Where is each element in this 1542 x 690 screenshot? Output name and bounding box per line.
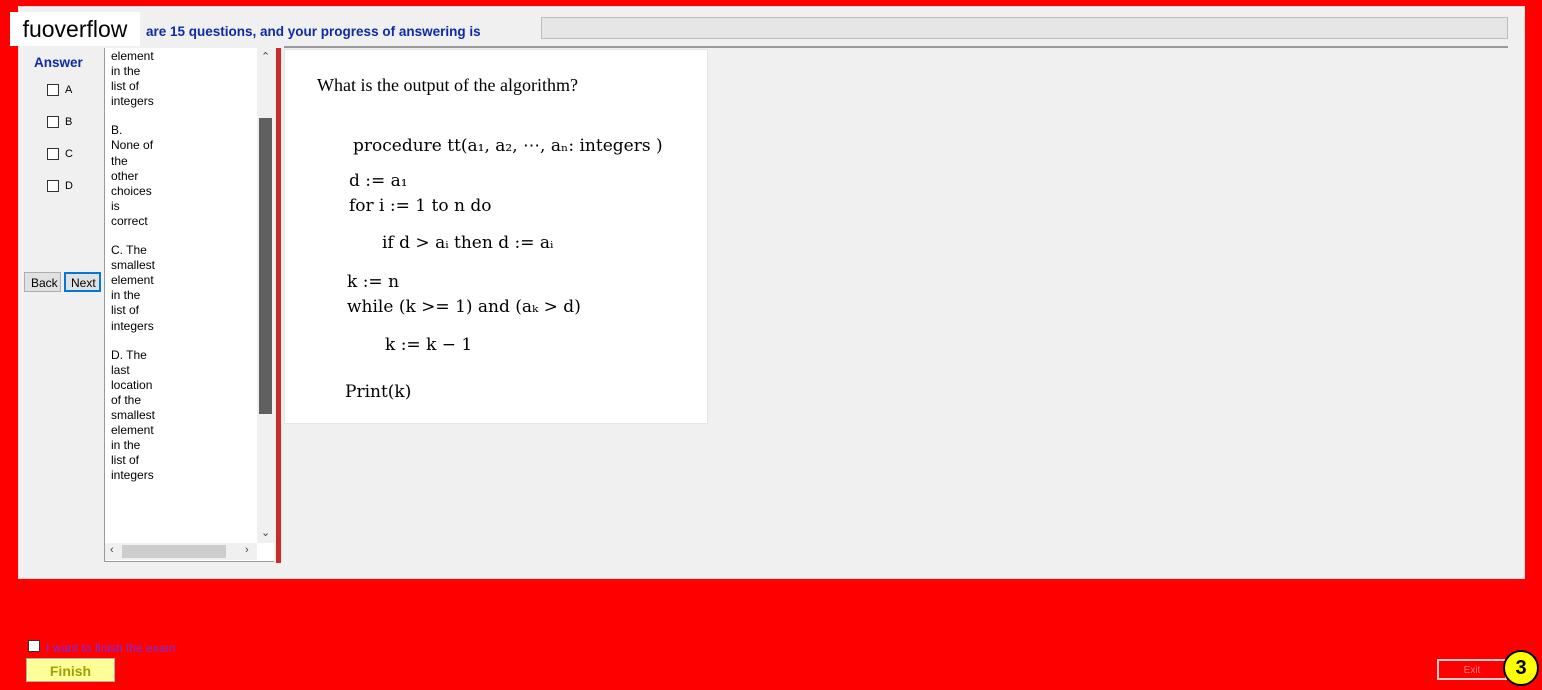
vertical-scroll-thumb[interactable]	[259, 118, 272, 414]
chevron-down-icon[interactable]: ⌄	[261, 526, 270, 539]
choice-c: C. The smallest element in the list of i…	[111, 243, 156, 333]
progress-bar	[541, 17, 1508, 39]
checkbox-d[interactable]	[47, 180, 59, 192]
option-label-b: B	[65, 116, 73, 128]
choices-text: element in the list of integers B. None …	[111, 49, 167, 497]
answer-option-c[interactable]: C	[47, 147, 73, 161]
count-badge: 3	[1503, 650, 1539, 686]
choice-a-tail: element in the list of integers	[111, 49, 154, 109]
finish-checkbox[interactable]	[28, 640, 40, 652]
finish-button[interactable]: Finish	[26, 658, 115, 682]
answer-label: Answer	[34, 55, 83, 70]
chevron-right-icon[interactable]: ›	[245, 544, 249, 556]
code-line-4: if d > aᵢ then d := aᵢ	[382, 233, 554, 253]
answer-option-a[interactable]: A	[47, 83, 72, 97]
code-line-8: Print(k)	[345, 382, 412, 402]
code-line-2: d := a₁	[349, 171, 408, 191]
checkbox-c[interactable]	[47, 148, 59, 160]
choices-panel[interactable]: element in the list of integers B. None …	[104, 48, 274, 562]
chevron-left-icon[interactable]: ‹	[110, 544, 114, 556]
answer-option-d[interactable]: D	[47, 179, 73, 193]
checkbox-b[interactable]	[47, 116, 59, 128]
back-button[interactable]: Back	[24, 272, 61, 292]
code-line-6: while (k >= 1) and (aₖ > d)	[347, 297, 581, 317]
code-line-5: k := n	[347, 272, 400, 292]
code-line-7: k := k − 1	[385, 335, 473, 355]
choice-d: D. The last location of the smallest ele…	[111, 347, 156, 483]
divider	[284, 46, 1508, 48]
option-label-a: A	[65, 84, 73, 96]
chevron-up-icon[interactable]: ⌃	[261, 50, 270, 63]
panel-splitter[interactable]	[276, 48, 281, 563]
top-border	[18, 0, 1528, 4]
horizontal-scroll-thumb[interactable]	[122, 545, 226, 558]
code-line-3: for i := 1 to n do	[349, 196, 492, 216]
finish-checkbox-label[interactable]: I want to finish the exam	[46, 641, 175, 655]
brand-label: fuoverflow	[10, 12, 140, 46]
code-line-1: procedure tt(a₁, a₂, ⋯, aₙ: integers )	[353, 136, 663, 156]
exit-button[interactable]: Exit	[1437, 659, 1507, 680]
progress-text: are 15 questions, and your progress of a…	[146, 24, 481, 39]
next-button[interactable]: Next	[64, 272, 101, 292]
option-label-c: C	[65, 148, 73, 160]
checkbox-a[interactable]	[47, 84, 59, 96]
horizontal-scrollbar[interactable]: ‹ ›	[105, 543, 257, 560]
option-label-d: D	[65, 180, 73, 192]
choice-b: B. None of the other choices is correct	[111, 123, 154, 228]
question-title: What is the output of the algorithm?	[317, 75, 578, 95]
question-image: What is the output of the algorithm? pro…	[284, 49, 708, 424]
answer-option-b[interactable]: B	[47, 115, 72, 129]
vertical-scrollbar[interactable]: ⌃ ⌄	[257, 48, 274, 543]
